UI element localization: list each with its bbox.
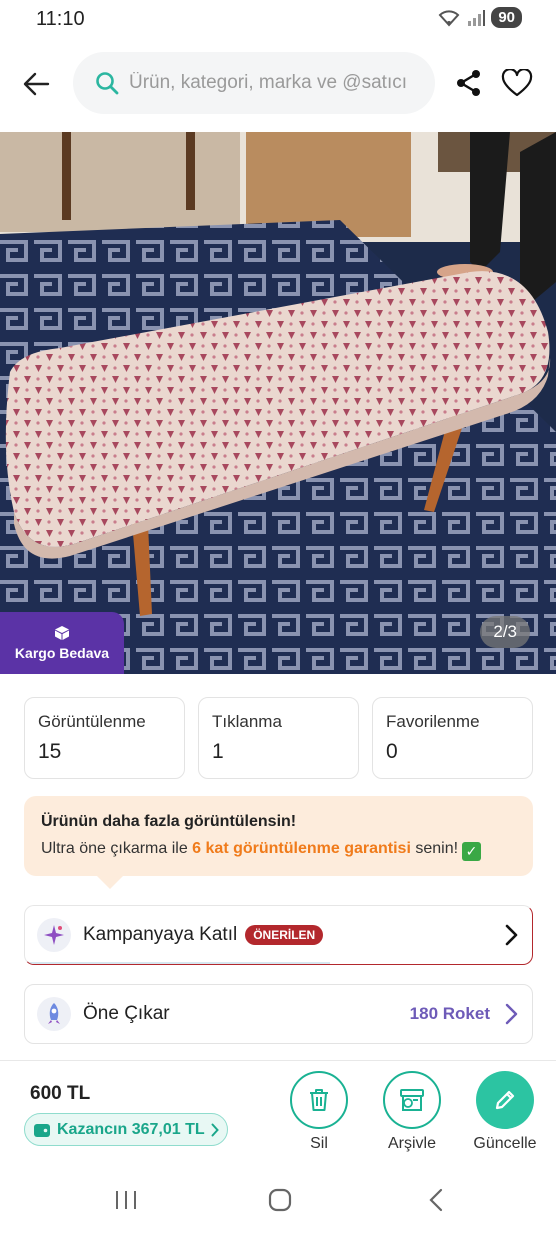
rocket-icon: [48, 1003, 60, 1024]
promo-title: Ürünün daha fazla görüntülensin!: [41, 813, 297, 830]
update-label: Güncelle: [473, 1135, 537, 1152]
promo-text-after: senin!: [410, 840, 459, 857]
status-icons: 90: [437, 7, 522, 28]
recent-apps-button[interactable]: [106, 1184, 146, 1216]
stat-views: Görüntülenme 15: [24, 697, 185, 779]
campaign-label: Kampanyaya Katıl: [83, 924, 238, 945]
image-counter: 2/3: [480, 616, 530, 648]
product-image[interactable]: Kargo Bedava 2/3: [0, 132, 556, 674]
recommended-badge: ÖNERİLEN: [245, 925, 324, 945]
roket-price: 180 Roket: [409, 1004, 490, 1023]
home-icon: [268, 1188, 292, 1212]
stat-label: Favorilenme: [386, 712, 480, 731]
divider: [0, 1060, 556, 1061]
signal-icon: [468, 9, 486, 26]
heart-icon: [501, 69, 533, 97]
featured-label: Öne Çıkar: [83, 1003, 170, 1024]
cargo-label: Kargo Bedava: [14, 645, 110, 661]
stat-value: 0: [386, 740, 398, 763]
stat-value: 1: [212, 740, 224, 763]
search-icon: [96, 72, 119, 95]
status-bar: 11:10 90: [0, 0, 556, 38]
wifi-icon: [438, 9, 460, 26]
chevron-right-icon: [505, 924, 518, 946]
stat-clicks: Tıklanma 1: [198, 697, 359, 779]
row-accent: [25, 962, 330, 964]
chevron-right-icon: [505, 1003, 518, 1025]
promo-banner: Ürünün daha fazla görüntülensin! Ultra ö…: [24, 796, 533, 889]
recent-apps-icon: [116, 1191, 136, 1209]
promo-highlight: 6 kat görüntülenme garantisi: [192, 840, 411, 857]
system-nav-bar: [0, 1170, 556, 1235]
featured-icon-wrap: [37, 997, 71, 1031]
archive-icon: [400, 1089, 424, 1111]
stat-label: Görüntülenme: [38, 712, 146, 731]
trash-icon: [310, 1089, 328, 1111]
product-price: 600 TL: [30, 1083, 91, 1104]
back-button[interactable]: [16, 64, 56, 104]
product-photo: [0, 132, 556, 674]
stat-favorites: Favorilenme 0: [372, 697, 533, 779]
search-bar[interactable]: [73, 52, 435, 114]
status-time: 11:10: [36, 8, 85, 30]
check-icon: ✓: [462, 842, 482, 861]
pencil-icon: [495, 1090, 515, 1110]
archive-label: Arşivle: [387, 1135, 436, 1152]
arrow-left-icon: [23, 72, 50, 96]
wallet-icon: [34, 1123, 50, 1137]
search-input[interactable]: [129, 72, 419, 94]
favorite-button[interactable]: [500, 66, 534, 100]
feature-product-button[interactable]: Öne Çıkar 180 Roket: [24, 984, 533, 1044]
chevron-right-icon: [211, 1123, 219, 1136]
header: [0, 50, 556, 116]
campaign-icon-wrap: [37, 918, 71, 952]
earnings-label: Kazancın 367,01 TL: [57, 1120, 205, 1138]
nav-back-icon: [429, 1188, 443, 1212]
earnings-pill[interactable]: Kazancın 367,01 TL: [24, 1113, 228, 1146]
promo-text: Ultra öne çıkarma ile 6 kat görüntülenme…: [41, 840, 516, 861]
delete-circle: [290, 1071, 348, 1129]
home-button[interactable]: [260, 1184, 300, 1216]
update-button[interactable]: Güncelle: [460, 1071, 550, 1153]
sparkle-icon: [44, 925, 64, 945]
share-icon: [457, 70, 480, 96]
stats-row: Görüntülenme 15 Tıklanma 1 Favorilenme 0: [24, 697, 533, 779]
back-nav-button[interactable]: [416, 1184, 456, 1216]
archive-circle: [383, 1071, 441, 1129]
stat-value: 15: [38, 740, 62, 763]
promo-text-before: Ultra öne çıkarma ile: [41, 840, 193, 857]
delete-button[interactable]: Sil: [274, 1071, 364, 1153]
archive-button[interactable]: Arşivle: [367, 1071, 457, 1153]
share-button[interactable]: [452, 66, 486, 100]
stat-label: Tıklanma: [212, 712, 282, 731]
package-icon: [55, 626, 69, 640]
cargo-badge: Kargo Bedava: [0, 612, 124, 674]
update-circle: [476, 1071, 534, 1129]
delete-label: Sil: [310, 1135, 328, 1152]
battery-indicator: 90: [491, 7, 522, 28]
join-campaign-button[interactable]: Kampanyaya Katıl ÖNERİLEN: [24, 905, 533, 965]
